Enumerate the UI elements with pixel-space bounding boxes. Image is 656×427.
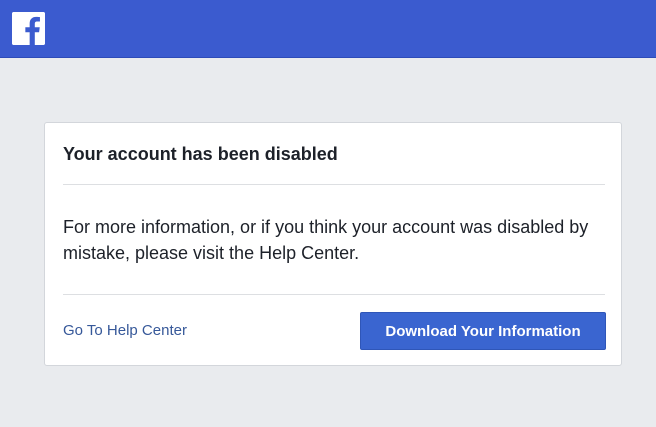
download-your-information-button[interactable]: Download Your Information: [360, 312, 606, 350]
top-navigation-bar: [0, 0, 656, 58]
dialog-title: Your account has been disabled: [63, 144, 338, 164]
page-content: Your account has been disabled For more …: [0, 58, 656, 427]
footer-divider: [63, 294, 605, 295]
title-divider: [63, 184, 605, 185]
facebook-logo-icon[interactable]: [12, 12, 45, 45]
account-disabled-dialog: Your account has been disabled For more …: [44, 122, 622, 366]
help-center-link[interactable]: Go To Help Center: [63, 322, 187, 339]
dialog-message: For more information, or if you think yo…: [63, 217, 589, 263]
